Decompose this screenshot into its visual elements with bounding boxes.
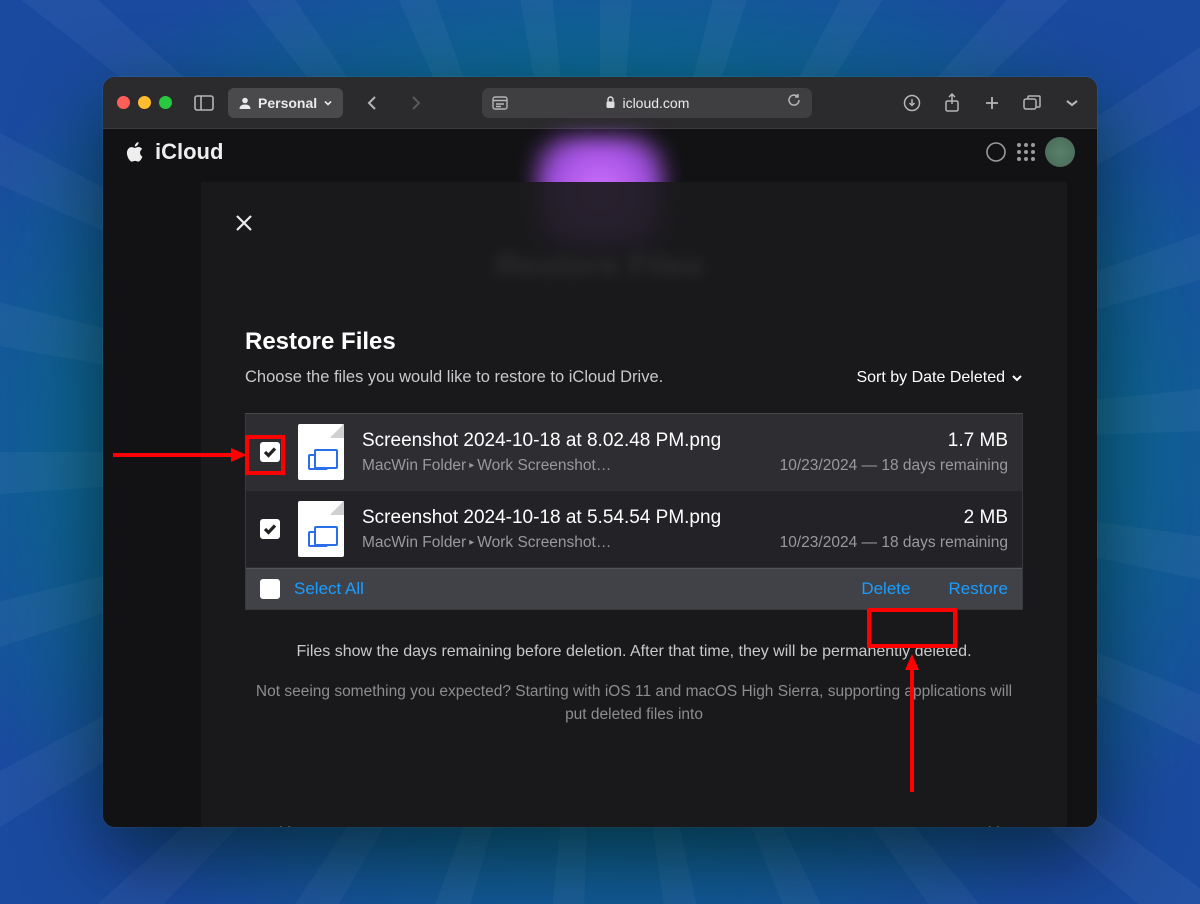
tabs-icon[interactable]: [1021, 93, 1043, 113]
restore-button[interactable]: Restore: [948, 579, 1008, 599]
overflow-icon[interactable]: [1061, 93, 1083, 113]
apple-logo-icon: [125, 141, 145, 163]
delete-button[interactable]: Delete: [861, 579, 910, 599]
file-type-icon: [298, 424, 344, 480]
file-path: MacWin Folder ▸ Work Screenshot…: [362, 457, 762, 475]
list-toolbar: Select All Delete Restore: [246, 568, 1022, 609]
file-row[interactable]: Screenshot 2024-10-18 at 8.02.48 PM.png …: [246, 414, 1022, 491]
file-name: Screenshot 2024-10-18 at 5.54.54 PM.png: [362, 507, 762, 529]
file-path: MacWin Folder ▸ Work Screenshot…: [362, 534, 762, 552]
titlebar: Personal icloud.com: [103, 77, 1097, 129]
browser-window: Personal icloud.com: [103, 77, 1097, 827]
file-row[interactable]: Screenshot 2024-10-18 at 5.54.54 PM.png …: [246, 491, 1022, 568]
file-name: Screenshot 2024-10-18 at 8.02.48 PM.png: [362, 430, 762, 452]
apps-grid-icon[interactable]: [1017, 143, 1035, 161]
select-all-button[interactable]: Select All: [294, 579, 364, 599]
minimize-window-button[interactable]: [138, 96, 151, 109]
profile-label: Personal: [258, 95, 317, 111]
url-text: icloud.com: [622, 95, 689, 111]
footer-info-2: Not seeing something you expected? Start…: [245, 680, 1023, 727]
close-window-button[interactable]: [117, 96, 130, 109]
new-tab-icon[interactable]: [981, 93, 1003, 113]
window-controls: [117, 96, 172, 109]
footer-info-1: Files show the days remaining before del…: [245, 640, 1023, 664]
file-deleted-info: 10/23/2024 — 18 days remaining: [780, 534, 1008, 552]
file-size: 1.7 MB: [780, 430, 1008, 452]
toolbar-right: [901, 93, 1083, 113]
select-all-checkbox[interactable]: [260, 579, 280, 599]
sort-label: Sort by Date Deleted: [856, 369, 1005, 387]
file-deleted-info: 10/23/2024 — 18 days remaining: [780, 457, 1008, 475]
icloud-brand: iCloud: [155, 139, 223, 165]
modal-subtitle: Choose the files you would like to resto…: [245, 368, 663, 387]
file-checkbox[interactable]: [260, 442, 280, 462]
background-clipped-text: 1 Archive No Archives: [245, 824, 1023, 827]
file-size: 2 MB: [780, 507, 1008, 529]
site-settings-icon[interactable]: [492, 96, 508, 110]
restore-files-modal: Restore Files Choose the files you would…: [201, 182, 1067, 827]
lock-icon: [605, 96, 616, 109]
share-icon[interactable]: [941, 93, 963, 113]
refresh-button[interactable]: [786, 92, 802, 113]
notification-icon[interactable]: [985, 141, 1007, 163]
files-list: Screenshot 2024-10-18 at 8.02.48 PM.png …: [245, 413, 1023, 610]
file-checkbox[interactable]: [260, 519, 280, 539]
sort-dropdown[interactable]: Sort by Date Deleted: [856, 369, 1023, 387]
file-type-icon: [298, 501, 344, 557]
forward-button[interactable]: [401, 88, 431, 118]
chevron-down-icon: [1011, 372, 1023, 384]
back-button[interactable]: [357, 88, 387, 118]
sidebar-toggle-icon[interactable]: [194, 88, 214, 118]
profile-selector[interactable]: Personal: [228, 88, 343, 118]
account-avatar[interactable]: [1045, 137, 1075, 167]
close-icon[interactable]: [229, 208, 259, 238]
downloads-icon[interactable]: [901, 93, 923, 113]
address-bar[interactable]: icloud.com: [482, 88, 812, 118]
maximize-window-button[interactable]: [159, 96, 172, 109]
modal-title: Restore Files: [245, 328, 1023, 356]
